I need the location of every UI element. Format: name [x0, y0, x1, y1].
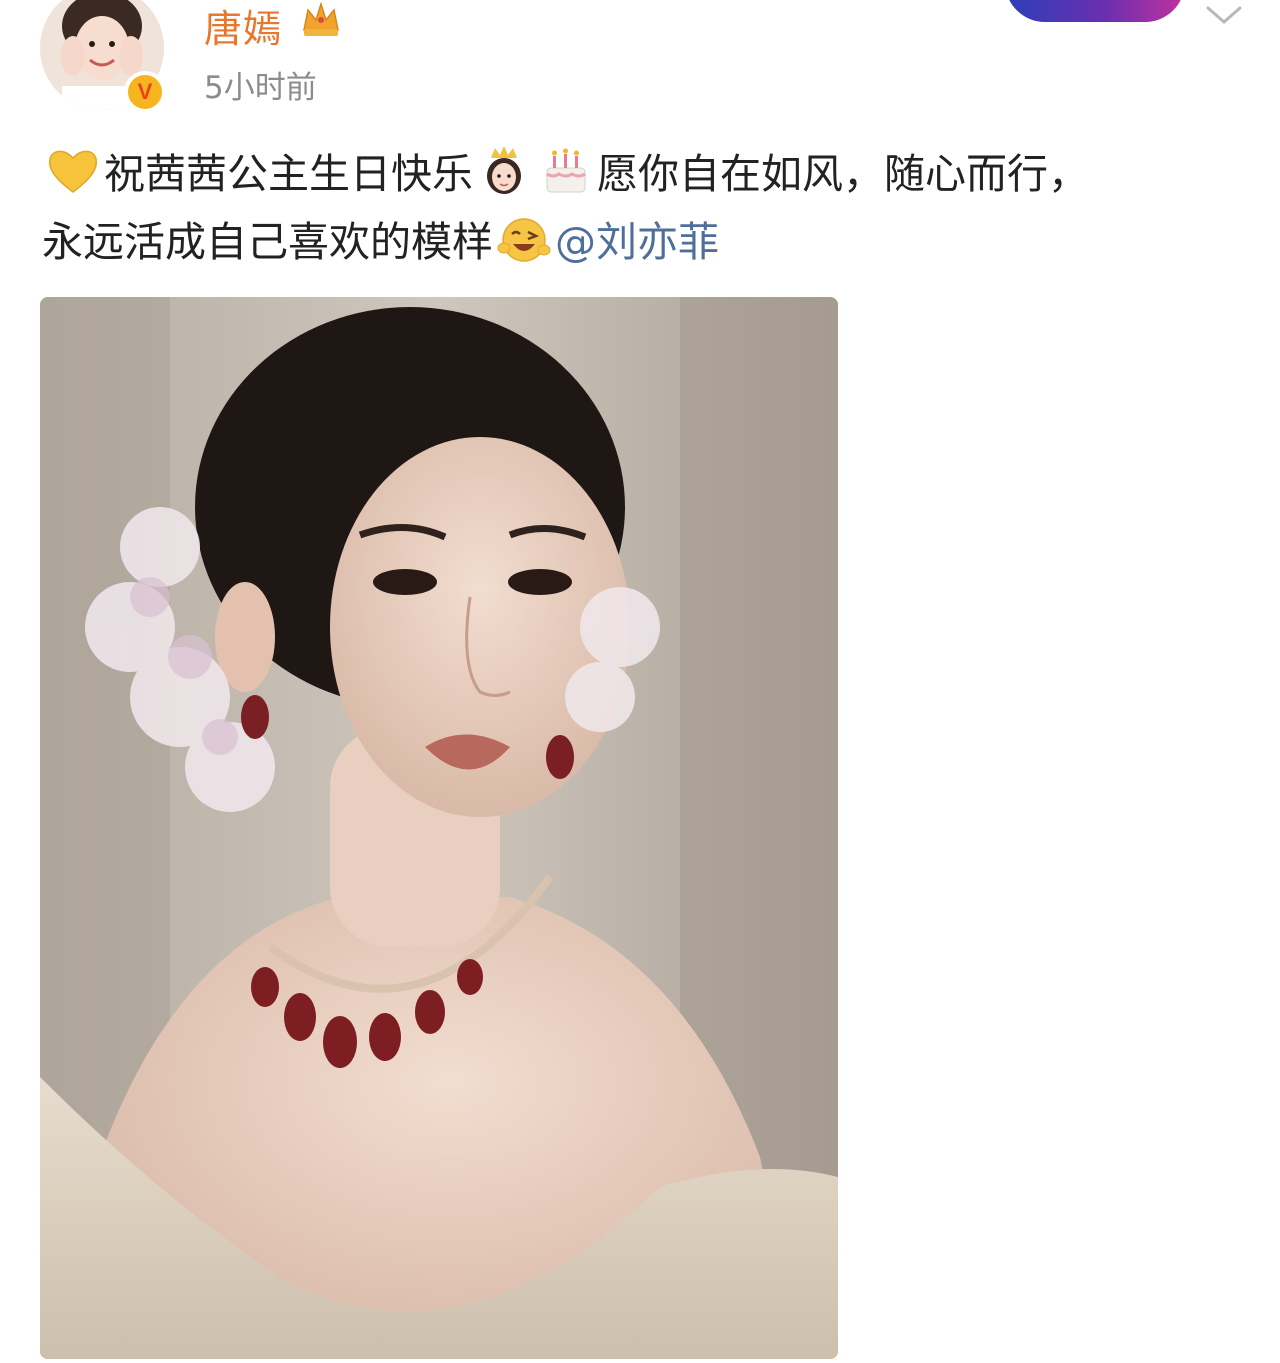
yellow-heart-icon [48, 150, 98, 193]
verified-badge: V [124, 71, 166, 113]
post-text-segment-2: 愿你自在如风，随心而行， [597, 150, 1089, 198]
crown-badge-icon[interactable] [300, 0, 342, 40]
mention-link[interactable]: @刘亦菲 [555, 218, 719, 266]
birthday-cake-emoji-icon [546, 148, 586, 193]
author-name[interactable]: 唐嫣 [204, 0, 282, 53]
weibo-post: V 唐嫣 5小时前 祝茜茜公主生日快乐 愿你自在如风，随心而行， 永远活成自己喜… [0, 0, 1280, 1363]
post-text: 祝茜茜公主生日快乐 愿你自在如风，随心而行， 永远活成自己喜欢的模样 @刘亦菲 [42, 140, 1242, 276]
winking-face-emoji-icon [497, 218, 551, 262]
post-text-segment-3: 永远活成自己喜欢的模样 [42, 218, 493, 266]
post-text-line-1: 祝茜茜公主生日快乐 愿你自在如风，随心而行， [42, 140, 1242, 208]
post-text-line-2: 永远活成自己喜欢的模样 @刘亦菲 [42, 208, 1242, 276]
post-photo[interactable] [40, 297, 838, 1359]
post-time: 5小时前 [204, 70, 317, 106]
princess-emoji-icon [487, 146, 521, 194]
post-text-segment-1: 祝茜茜公主生日快乐 [104, 150, 473, 198]
promo-banner[interactable] [1005, 0, 1185, 22]
chevron-down-icon[interactable] [1202, 0, 1246, 30]
